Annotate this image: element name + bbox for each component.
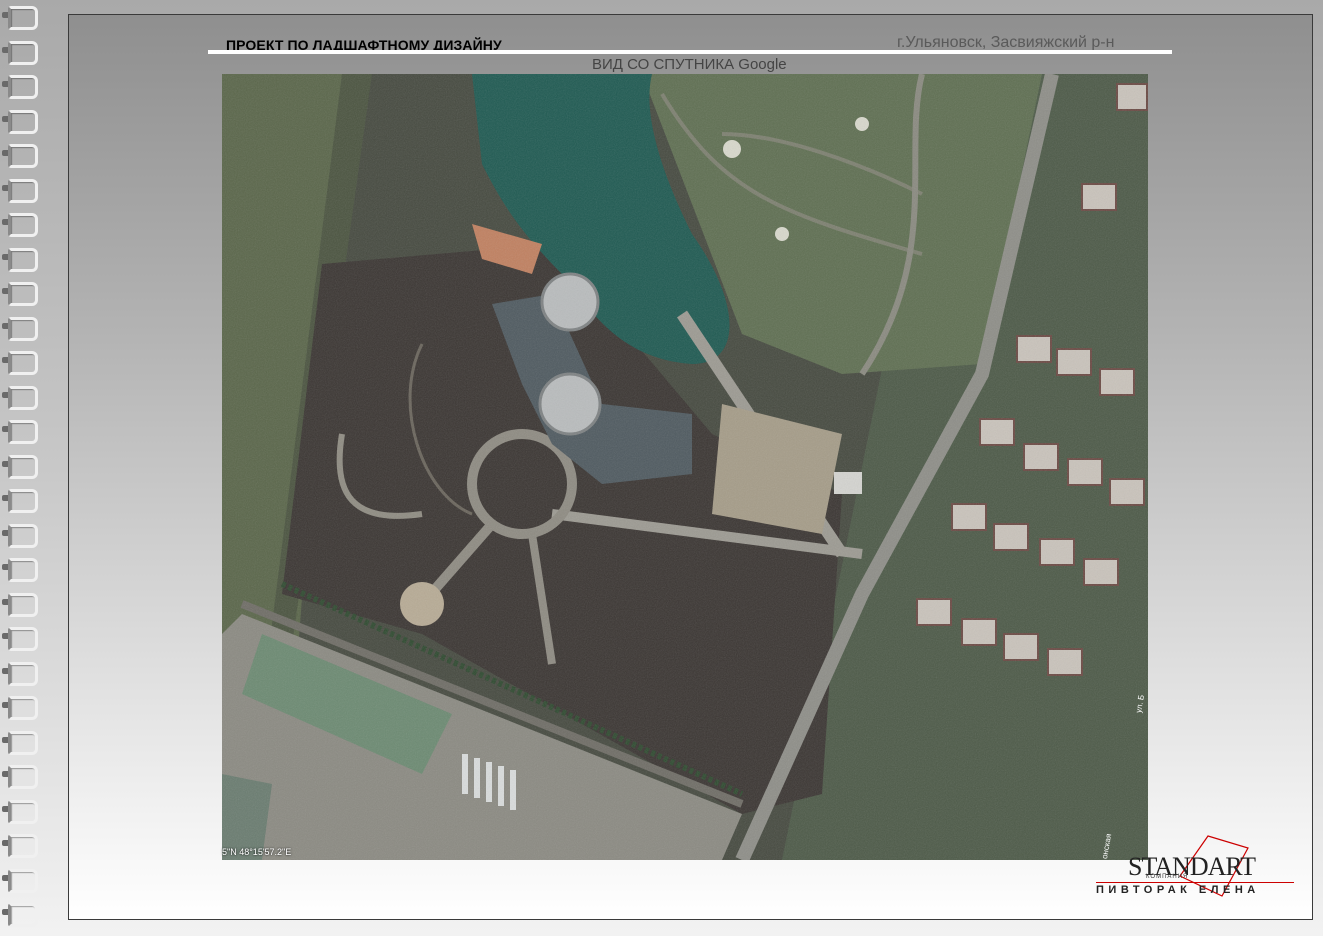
logo-underline: [1096, 882, 1294, 883]
binding-ring-icon: [2, 73, 38, 99]
binding-ring-icon: [2, 901, 38, 927]
binding-ring-icon: [2, 867, 38, 893]
company-logo: STANDART КОМПАНИЯ ПИВТОРАК ЕЛЕНА: [1096, 834, 1296, 900]
binding-ring-icon: [2, 729, 38, 755]
binding-ring-icon: [2, 694, 38, 720]
binding-ring-icon: [2, 280, 38, 306]
binding-ring-icon: [2, 349, 38, 375]
binding-ring-icon: [2, 4, 38, 30]
binding-ring-icon: [2, 832, 38, 858]
binding-ring-icon: [2, 384, 38, 410]
binding-ring-icon: [2, 142, 38, 168]
binding-ring-icon: [2, 487, 38, 513]
logo-author: ПИВТОРАК ЕЛЕНА: [1096, 884, 1260, 896]
header-divider: [208, 50, 1172, 54]
logo-company: КОМПАНИЯ: [1146, 874, 1189, 880]
binding-ring-icon: [2, 660, 38, 686]
binding-ring-icon: [2, 591, 38, 617]
binding-ring-icon: [2, 177, 38, 203]
view-caption: ВИД СО СПУТНИКА Google: [592, 56, 787, 73]
spiral-binding: [0, 0, 40, 936]
binding-ring-icon: [2, 108, 38, 134]
binding-ring-icon: [2, 556, 38, 582]
binding-ring-icon: [2, 522, 38, 548]
binding-ring-icon: [2, 315, 38, 341]
binding-ring-icon: [2, 211, 38, 237]
binding-ring-icon: [2, 453, 38, 479]
binding-ring-icon: [2, 418, 38, 444]
binding-ring-icon: [2, 246, 38, 272]
binding-ring-icon: [2, 625, 38, 651]
satellite-scene: [222, 74, 1148, 860]
binding-ring-icon: [2, 39, 38, 65]
map-coordinates: 5"N 48°15'57.2"E: [222, 847, 292, 857]
binding-ring-icon: [2, 798, 38, 824]
binding-ring-icon: [2, 763, 38, 789]
satellite-map-image: [222, 74, 1148, 860]
